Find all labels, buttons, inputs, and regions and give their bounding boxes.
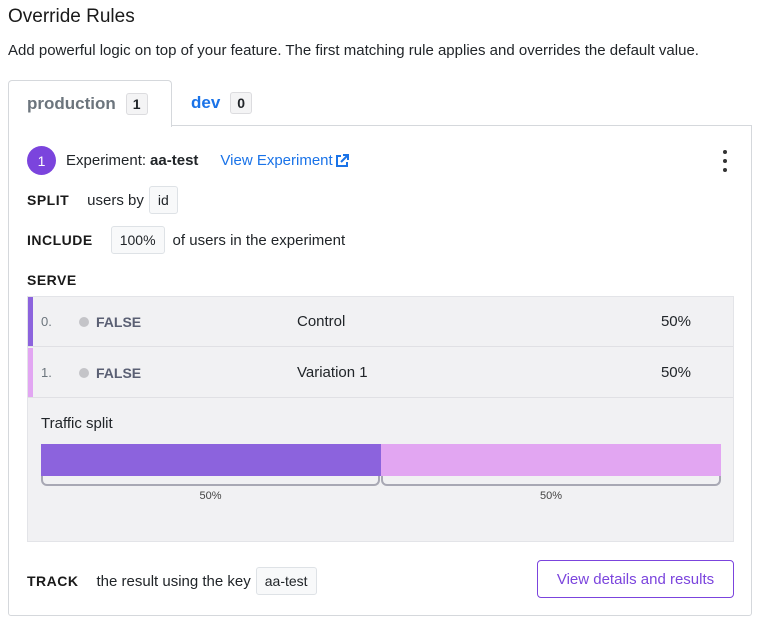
include-line: INCLUDE 100% of users in the experiment bbox=[27, 226, 345, 254]
external-link-icon bbox=[335, 153, 349, 167]
view-experiment-link[interactable]: View Experiment bbox=[220, 152, 349, 169]
experiment-name: aa-test bbox=[150, 152, 199, 169]
variation-index: 0. bbox=[41, 314, 52, 329]
tab-dev[interactable]: dev 0 bbox=[174, 80, 253, 126]
traffic-split-bar bbox=[41, 444, 721, 476]
rule-panel: 1 Experiment: aa-test View Experiment SP… bbox=[8, 125, 752, 616]
serve-keyword: SERVE bbox=[27, 272, 77, 288]
include-keyword: INCLUDE bbox=[27, 232, 93, 248]
variation-color-bar bbox=[28, 348, 33, 397]
track-text: the result using the key bbox=[96, 572, 251, 590]
kebab-menu-icon[interactable] bbox=[721, 150, 729, 172]
traffic-split-segment[interactable] bbox=[381, 444, 721, 476]
rule-header: 1 Experiment: aa-test View Experiment bbox=[27, 146, 350, 175]
traffic-split-segment[interactable] bbox=[41, 444, 381, 476]
status-dot-icon bbox=[79, 317, 89, 327]
tab-dev-count: 0 bbox=[230, 92, 253, 114]
track-keyword: TRACK bbox=[27, 573, 79, 589]
track-line: TRACK the result using the key aa-test bbox=[27, 567, 317, 595]
variation-color-bar bbox=[28, 297, 33, 346]
tab-production-label: production bbox=[27, 94, 116, 113]
serve-line: SERVE bbox=[27, 272, 77, 288]
variation-name: Variation 1 bbox=[297, 364, 368, 381]
tab-production[interactable]: production 1 bbox=[8, 80, 172, 127]
serve-variations-box: 0. FALSE Control 50% 1. FALSE Variation … bbox=[27, 296, 734, 542]
variation-percent: 50% bbox=[660, 364, 691, 381]
page-title: Override Rules bbox=[8, 6, 135, 27]
include-text: of users in the experiment bbox=[172, 231, 346, 249]
split-attribute-chip: id bbox=[148, 186, 178, 214]
variation-percent: 50% bbox=[660, 313, 691, 330]
split-text: users by bbox=[87, 191, 144, 209]
tab-production-count: 1 bbox=[125, 93, 148, 115]
variation-row: 0. FALSE Control 50% bbox=[28, 297, 733, 347]
track-key-chip: aa-test bbox=[255, 567, 317, 595]
variation-value: FALSE bbox=[96, 364, 142, 381]
variation-index: 1. bbox=[41, 365, 52, 380]
tab-dev-label: dev bbox=[191, 93, 221, 112]
traffic-split-brace bbox=[381, 476, 721, 486]
rule-type-label: Experiment: bbox=[66, 152, 147, 169]
variation-row: 1. FALSE Variation 1 50% bbox=[28, 348, 733, 398]
page-subtitle: Add powerful logic on top of your featur… bbox=[8, 42, 699, 59]
split-keyword: SPLIT bbox=[27, 192, 70, 208]
traffic-split-label: Traffic split bbox=[41, 415, 113, 432]
status-dot-icon bbox=[79, 368, 89, 378]
view-details-button[interactable]: View details and results bbox=[537, 560, 734, 598]
traffic-split-percent: 50% bbox=[539, 490, 563, 502]
traffic-split-brace bbox=[41, 476, 380, 486]
view-experiment-label: View Experiment bbox=[220, 152, 333, 169]
traffic-split-percent: 50% bbox=[199, 490, 222, 502]
rule-number-badge: 1 bbox=[27, 146, 56, 175]
variation-value: FALSE bbox=[96, 313, 142, 330]
split-line: SPLIT users by id bbox=[27, 186, 178, 214]
variation-name: Control bbox=[297, 313, 346, 330]
include-percent-chip: 100% bbox=[110, 226, 165, 254]
